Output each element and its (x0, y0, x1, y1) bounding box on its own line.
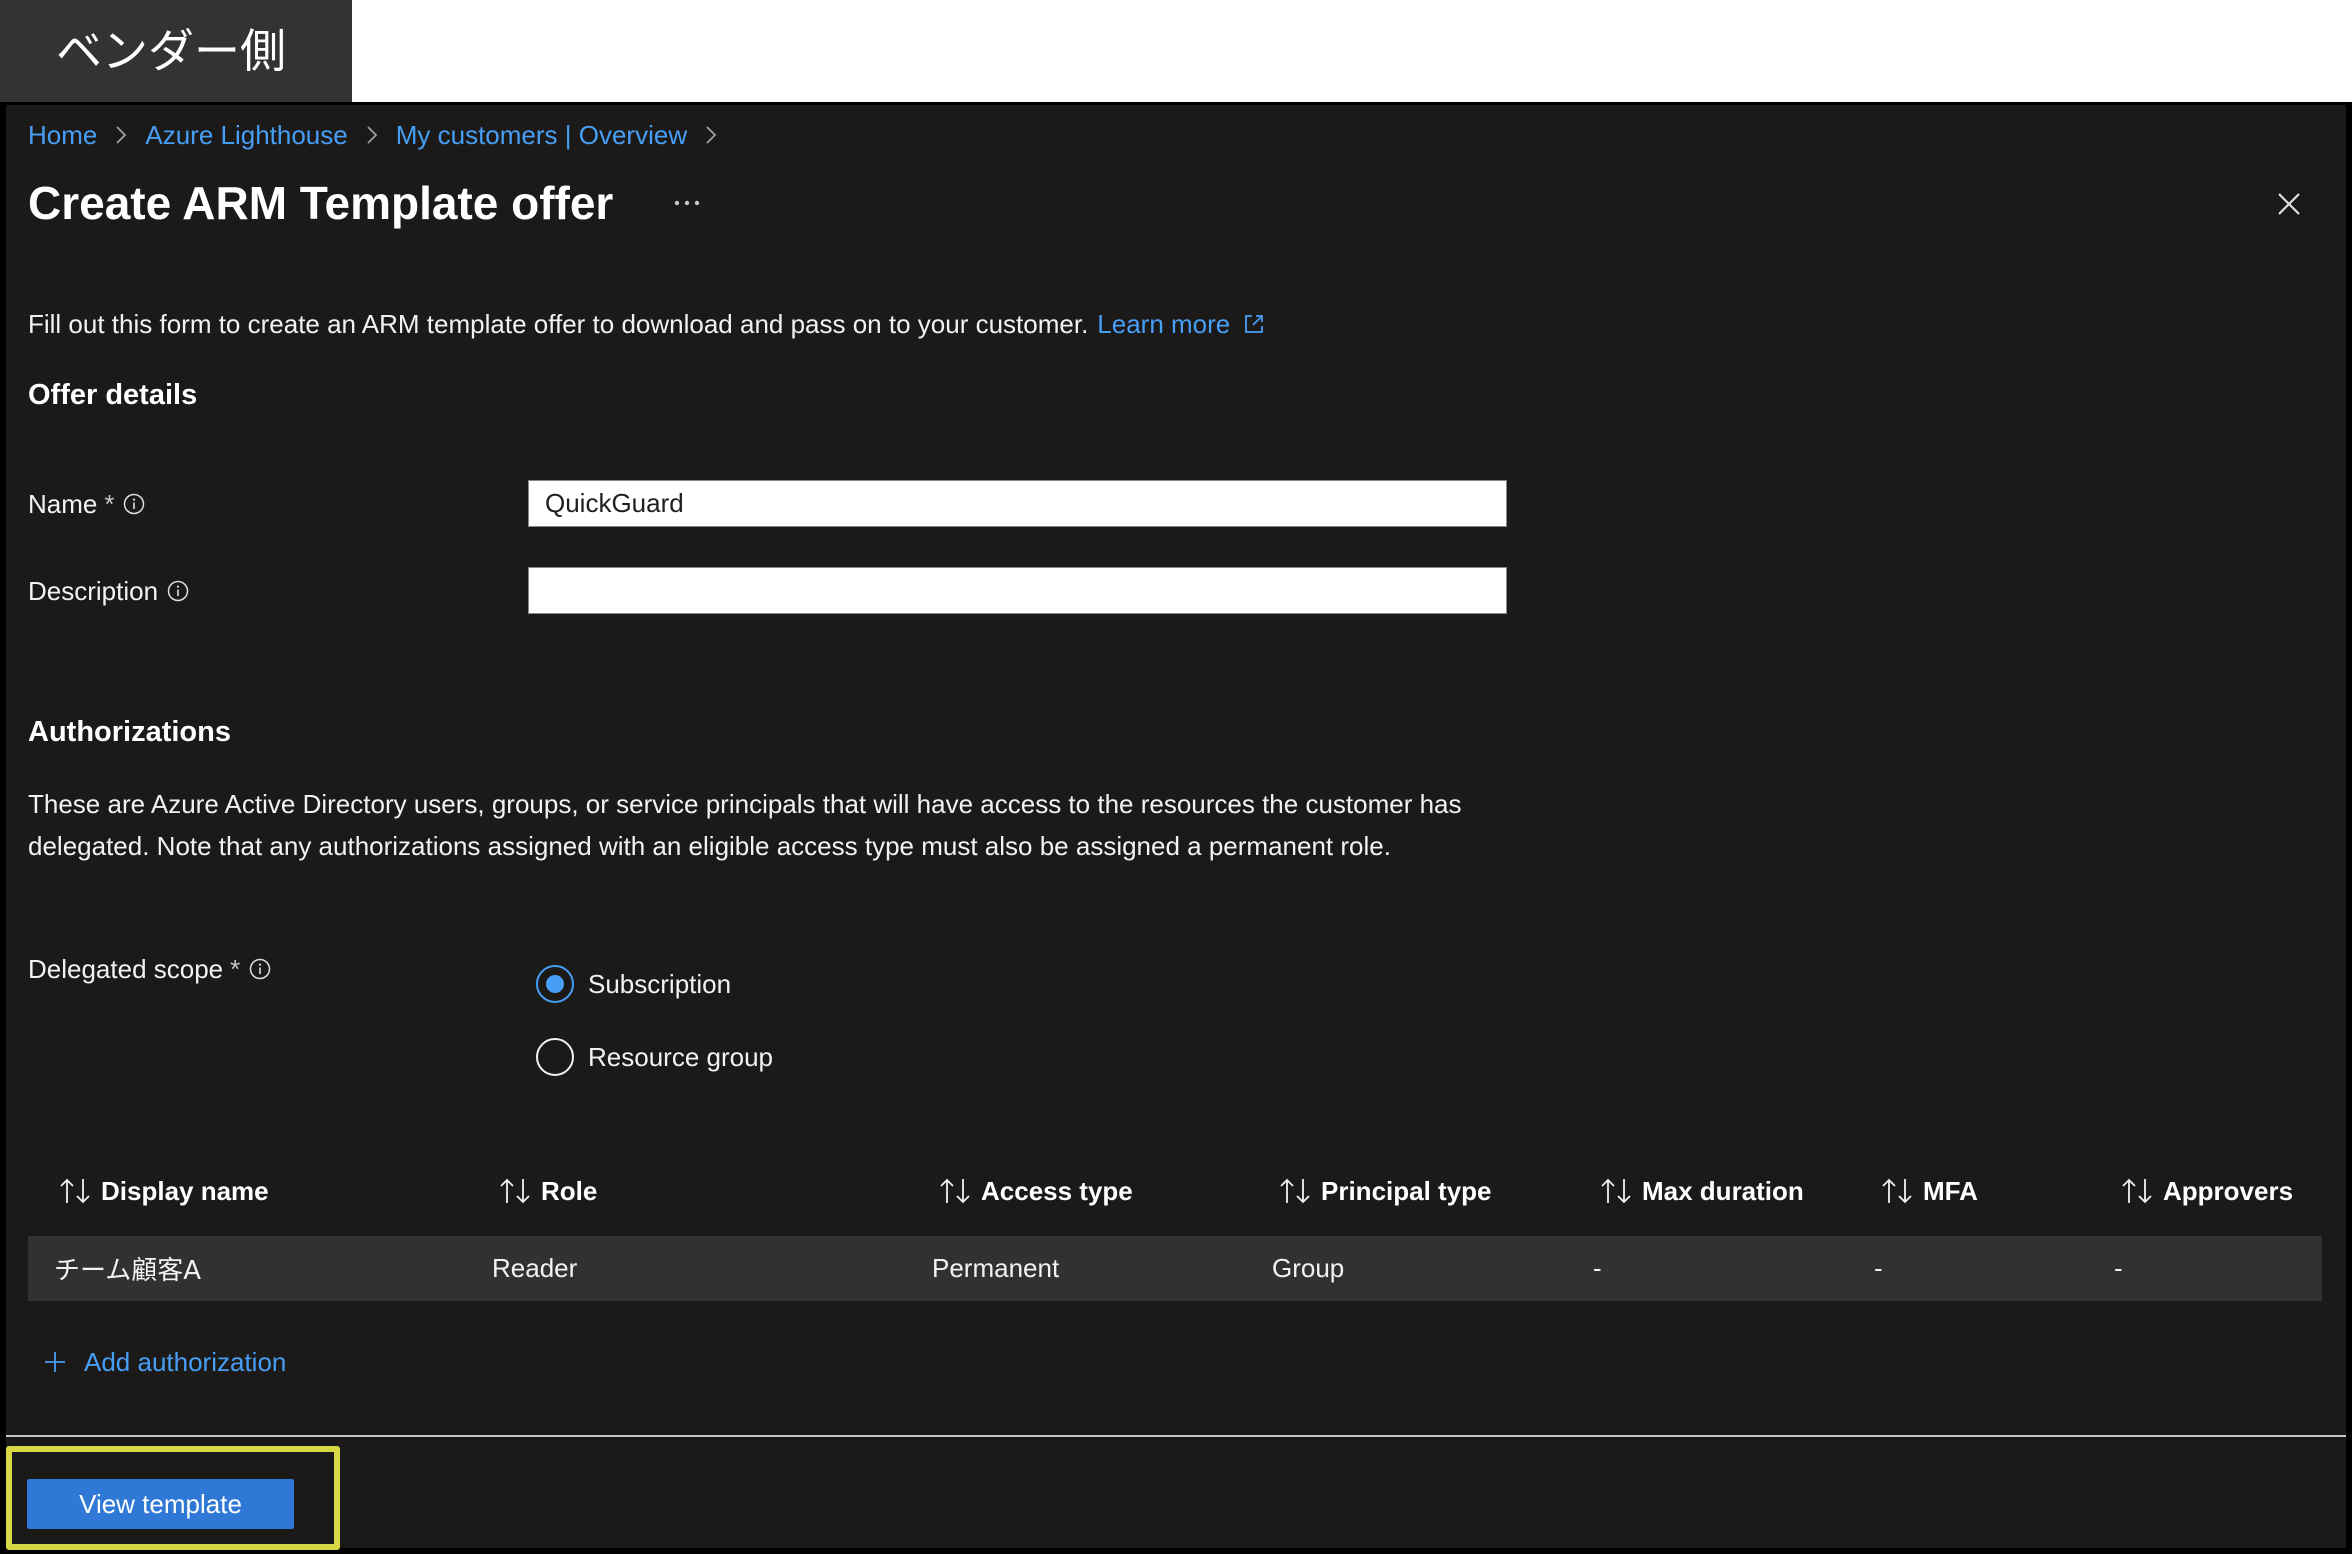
learn-more-label: Learn more (1097, 308, 1231, 339)
add-authorization-button[interactable]: Add authorization (42, 1344, 286, 1380)
offer-details-heading: Offer details (28, 379, 198, 411)
column-label: Approvers (2163, 1175, 2294, 1206)
column-header-approvers[interactable]: Approvers (2114, 1176, 2322, 1207)
authorizations-description: These are Azure Active Directory users, … (28, 789, 1462, 861)
name-label-text: Name (28, 488, 98, 519)
column-label: Access type (981, 1175, 1133, 1206)
cell-role: Reader (492, 1253, 578, 1283)
radio-button-icon (536, 965, 574, 1003)
description-label-text: Description (28, 575, 159, 606)
radio-label: Subscription (588, 968, 732, 999)
intro-description: Fill out this form to create an ARM temp… (28, 308, 1089, 339)
footer-divider (6, 1435, 2346, 1437)
cell-approvers: - (2114, 1253, 2123, 1283)
chevron-right-icon (114, 124, 128, 146)
column-label: Principal type (1321, 1175, 1492, 1206)
description-input[interactable] (528, 567, 1507, 614)
top-blank-strip (352, 0, 2352, 102)
sort-icon (1277, 1176, 1313, 1206)
delegated-scope-label-text: Delegated scope (28, 953, 224, 984)
close-icon[interactable] (2275, 190, 2303, 218)
authorizations-table: Display name Role Access type Principal … (28, 1160, 2322, 1301)
chevron-right-icon (365, 124, 379, 146)
sort-icon (1598, 1176, 1634, 1206)
plus-icon (42, 1349, 68, 1375)
description-label: Description (28, 573, 189, 609)
cell-principal-type: Group (1272, 1253, 1345, 1283)
add-authorization-label: Add authorization (84, 1346, 287, 1377)
vendor-side-text: ベンダー側 (56, 24, 286, 78)
column-label: Display name (101, 1175, 269, 1206)
cell-access-type: Permanent (932, 1253, 1060, 1283)
column-label: MFA (1923, 1175, 1978, 1206)
required-mark: * (104, 488, 115, 519)
sort-icon (1879, 1176, 1915, 1206)
column-label: Max duration (1642, 1175, 1804, 1206)
external-link-icon (1242, 312, 1266, 336)
create-offer-blade: Home Azure Lighthouse My customers | Ove… (6, 105, 2346, 1548)
radio-button-icon (536, 1038, 574, 1076)
column-header-role[interactable]: Role (492, 1176, 932, 1207)
vendor-side-label: ベンダー側 (0, 0, 352, 102)
column-header-display-name[interactable]: Display name (28, 1176, 492, 1207)
info-icon[interactable] (123, 493, 145, 515)
learn-more-link[interactable]: Learn more (1097, 309, 1266, 340)
authorizations-heading: Authorizations (28, 716, 231, 748)
intro-text: Fill out this form to create an ARM temp… (28, 306, 1266, 342)
column-header-mfa[interactable]: MFA (1874, 1176, 2114, 1207)
delegated-scope-label: Delegated scope * (28, 951, 271, 987)
cell-mfa: - (1874, 1253, 1883, 1283)
column-header-access-type[interactable]: Access type (932, 1176, 1272, 1207)
column-header-principal-type[interactable]: Principal type (1272, 1176, 1593, 1207)
radio-resource-group[interactable]: Resource group (536, 1037, 773, 1077)
radio-label: Resource group (588, 1041, 773, 1072)
required-mark: * (230, 953, 241, 984)
view-template-button[interactable]: View template (27, 1479, 294, 1529)
info-icon[interactable] (249, 958, 271, 980)
cell-max-duration: - (1593, 1253, 1602, 1283)
sort-icon (57, 1176, 93, 1206)
breadcrumb-azure-lighthouse[interactable]: Azure Lighthouse (145, 119, 347, 151)
info-icon[interactable] (167, 580, 189, 602)
name-label: Name * (28, 486, 145, 522)
breadcrumb-home[interactable]: Home (28, 119, 97, 151)
column-header-max-duration[interactable]: Max duration (1593, 1176, 1874, 1207)
more-icon[interactable] (672, 197, 702, 209)
breadcrumb-my-customers-overview[interactable]: My customers | Overview (396, 119, 687, 151)
table-row[interactable]: チーム顧客A Reader Permanent Group - - - (28, 1236, 2322, 1301)
sort-icon (937, 1176, 973, 1206)
sort-icon (2119, 1176, 2155, 1206)
chevron-right-icon (704, 124, 718, 146)
name-input[interactable] (528, 480, 1507, 527)
sort-icon (497, 1176, 533, 1206)
cell-display-name: チーム顧客A (54, 1256, 202, 1286)
table-header: Display name Role Access type Principal … (28, 1160, 2322, 1222)
page-title: Create ARM Template offer (28, 177, 614, 229)
column-label: Role (541, 1175, 598, 1206)
breadcrumb: Home Azure Lighthouse My customers | Ove… (28, 119, 735, 151)
radio-subscription[interactable]: Subscription (536, 964, 731, 1004)
